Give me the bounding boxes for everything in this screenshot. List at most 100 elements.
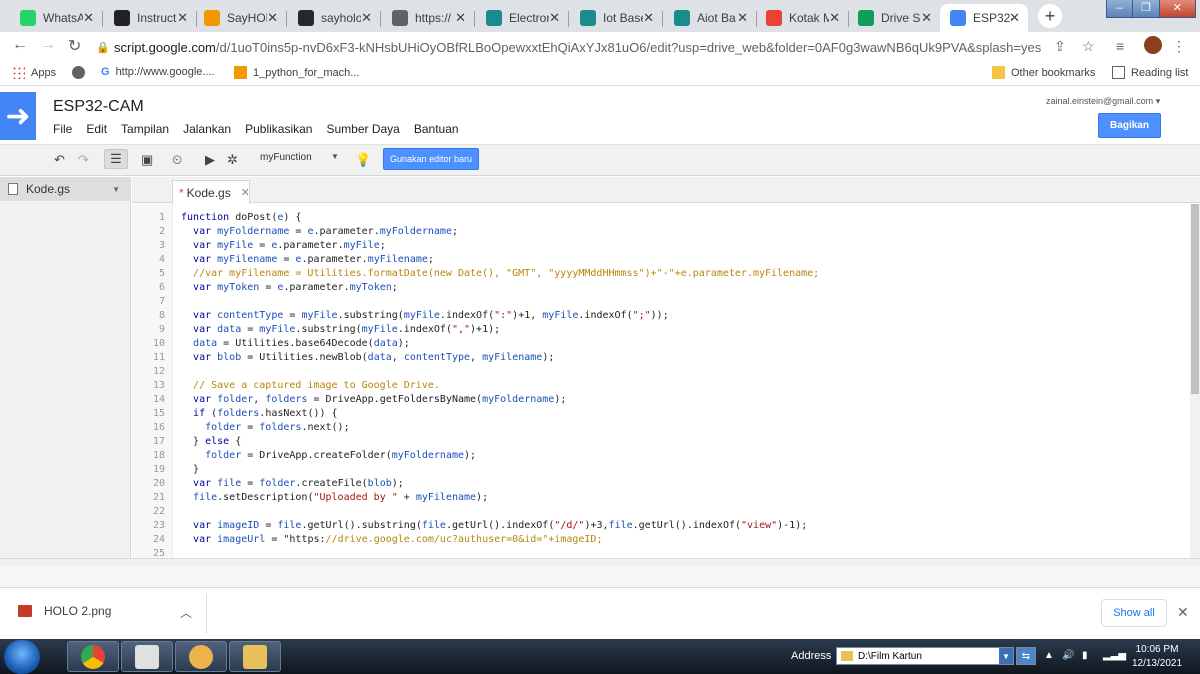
start-button[interactable] bbox=[4, 640, 40, 674]
redo-icon[interactable]: ↷ bbox=[78, 150, 89, 170]
bookmark-globe[interactable] bbox=[72, 66, 91, 79]
code-editor[interactable]: function doPost(e) { var myFoldername = … bbox=[174, 204, 1190, 558]
horizontal-scrollbar[interactable] bbox=[0, 558, 1200, 566]
close-tab-icon[interactable]: ✕ bbox=[177, 10, 188, 26]
code-line[interactable]: //var myFilename = Utilities.formatDate(… bbox=[181, 268, 819, 279]
network-signal-icon[interactable]: ▂▃▅ bbox=[1103, 650, 1126, 661]
browser-tab[interactable]: https://✕ bbox=[382, 4, 475, 32]
close-window-button[interactable]: ✕ bbox=[1159, 0, 1195, 17]
triggers-clock-icon[interactable]: ⏲ bbox=[172, 150, 182, 170]
close-tab-icon[interactable]: ✕ bbox=[921, 10, 932, 26]
account-email[interactable]: zainal.einstein@gmail.com ▾ bbox=[1046, 96, 1160, 107]
code-line[interactable]: // Save a captured image to Google Drive… bbox=[181, 380, 440, 391]
browser-tab[interactable]: sayholo ✕ bbox=[288, 4, 381, 32]
tray-expand-icon[interactable]: ▲ bbox=[1044, 650, 1054, 661]
chevron-up-icon[interactable]: ︿ bbox=[180, 604, 192, 621]
menu-item[interactable]: Sumber Daya bbox=[326, 122, 399, 136]
save-icon[interactable]: ▣ bbox=[141, 150, 153, 170]
forward-button[interactable]: → bbox=[40, 36, 56, 54]
close-tab-icon[interactable]: ✕ bbox=[829, 10, 840, 26]
code-line[interactable]: var contentType = myFile.substring(myFil… bbox=[181, 310, 669, 321]
close-tab-icon[interactable]: ✕ bbox=[267, 10, 278, 26]
browser-tab[interactable]: WhatsA ✕ bbox=[10, 4, 103, 32]
apps-script-logo-icon[interactable]: ➜ bbox=[0, 92, 36, 140]
run-icon[interactable]: ▶ bbox=[205, 150, 215, 170]
code-line[interactable]: var blob = Utilities.newBlob(data, conte… bbox=[181, 352, 554, 363]
share-button[interactable]: Bagikan bbox=[1098, 113, 1161, 138]
battery-icon[interactable]: ▮ bbox=[1082, 650, 1088, 661]
taskbar-media-player[interactable] bbox=[121, 641, 173, 672]
code-line[interactable]: var folder, folders = DriveApp.getFolder… bbox=[181, 394, 566, 405]
close-tab-icon[interactable]: ✕ bbox=[361, 10, 372, 26]
address-go-button[interactable]: ⇆ bbox=[1016, 647, 1036, 665]
taskbar-paint[interactable] bbox=[175, 641, 227, 672]
close-tab-icon[interactable]: ✕ bbox=[549, 10, 560, 26]
bookmark-star-icon[interactable]: ☆ bbox=[1082, 38, 1095, 55]
taskbar-chrome[interactable] bbox=[67, 641, 119, 672]
menu-item[interactable]: Tampilan bbox=[121, 122, 169, 136]
close-tab-icon[interactable]: ✕ bbox=[83, 10, 94, 26]
url-text[interactable]: script.google.com/d/1uoT0ins5p-nvD6xF3-k… bbox=[114, 40, 1041, 55]
browser-tab[interactable]: ESP32-C✕ bbox=[940, 4, 1028, 32]
address-toolbar-input[interactable]: D:\Film Kartun ▼ bbox=[836, 647, 1014, 665]
download-item[interactable]: HOLO 2.png bbox=[18, 604, 111, 618]
bookmark-apps[interactable]: Apps bbox=[12, 66, 56, 79]
browser-tab[interactable]: Electron ✕ bbox=[476, 4, 569, 32]
menu-dots-icon[interactable]: ⋮ bbox=[1172, 38, 1186, 55]
menu-item[interactable]: Jalankan bbox=[183, 122, 231, 136]
vertical-scrollbar[interactable] bbox=[1190, 204, 1200, 558]
tab-kode-gs[interactable]: * Kode.gs ✕ bbox=[172, 180, 250, 204]
browser-tab[interactable]: Instructi ✕ bbox=[104, 4, 197, 32]
code-line[interactable]: var myFilename = e.parameter.myFilename; bbox=[181, 254, 434, 265]
close-tab-icon[interactable]: ✕ bbox=[241, 186, 250, 199]
chevron-down-icon[interactable]: ▼ bbox=[331, 152, 339, 161]
bookmark-python[interactable]: 1_python_for_mach... bbox=[234, 66, 359, 79]
code-line[interactable]: var imageID = file.getUrl().substring(fi… bbox=[181, 520, 807, 531]
volume-icon[interactable]: 🔊 bbox=[1062, 650, 1074, 661]
bookmark-other[interactable]: Other bookmarks bbox=[992, 66, 1095, 79]
code-line[interactable]: file.setDescription("Uploaded by " + myF… bbox=[181, 492, 488, 503]
code-line[interactable]: var data = myFile.substring(myFile.index… bbox=[181, 324, 500, 335]
menu-item[interactable]: File bbox=[53, 122, 72, 136]
indent-icon[interactable]: ☰ bbox=[104, 149, 128, 169]
code-line[interactable]: var myFoldername = e.parameter.myFoldern… bbox=[181, 226, 458, 237]
menu-item[interactable]: Edit bbox=[86, 122, 107, 136]
address-bar[interactable]: 🔒 script.google.com/d/1uoT0ins5p-nvD6xF3… bbox=[96, 35, 1106, 59]
close-tab-icon[interactable]: ✕ bbox=[737, 10, 748, 26]
minimize-button[interactable]: – bbox=[1107, 0, 1134, 17]
function-select[interactable]: myFunction bbox=[260, 152, 312, 163]
close-tab-icon[interactable]: ✕ bbox=[643, 10, 654, 26]
code-line[interactable]: folder = folders.next(); bbox=[181, 422, 350, 433]
maximize-button[interactable]: ❐ bbox=[1133, 0, 1160, 17]
profile-avatar[interactable] bbox=[1144, 36, 1162, 54]
show-all-button[interactable]: Show all bbox=[1101, 599, 1167, 627]
code-line[interactable]: var imageUrl = "https://drive.google.com… bbox=[181, 534, 602, 545]
close-download-shelf-icon[interactable]: ✕ bbox=[1177, 604, 1189, 621]
code-line[interactable]: data = Utilities.base64Decode(data); bbox=[181, 338, 410, 349]
browser-tab[interactable]: SayHOL✕ bbox=[194, 4, 287, 32]
browser-tab[interactable]: Drive Se✕ bbox=[848, 4, 941, 32]
code-line[interactable]: var myToken = e.parameter.myToken; bbox=[181, 282, 398, 293]
code-line[interactable]: } else { bbox=[181, 436, 241, 447]
lightbulb-icon[interactable]: 💡 bbox=[355, 150, 371, 170]
reading-list-icon[interactable]: ≡ bbox=[1116, 38, 1124, 54]
code-line[interactable]: folder = DriveApp.createFolder(myFoldern… bbox=[181, 450, 476, 461]
scrollbar-thumb[interactable] bbox=[1191, 204, 1199, 394]
back-button[interactable]: ← bbox=[12, 36, 28, 54]
code-line[interactable]: if (folders.hasNext()) { bbox=[181, 408, 338, 419]
new-tab-button[interactable]: + bbox=[1038, 4, 1062, 28]
browser-tab[interactable]: Aiot Ba ✕ bbox=[664, 4, 757, 32]
chevron-down-icon[interactable]: ▼ bbox=[112, 185, 120, 194]
chevron-down-icon[interactable]: ▼ bbox=[999, 648, 1013, 664]
project-title[interactable]: ESP32-CAM bbox=[53, 98, 144, 116]
browser-tab[interactable]: Iot Base ✕ bbox=[570, 4, 663, 32]
code-line[interactable]: } bbox=[181, 464, 199, 475]
menu-item[interactable]: Publikasikan bbox=[245, 122, 312, 136]
debug-bug-icon[interactable]: ✲ bbox=[227, 150, 238, 170]
taskbar-explorer[interactable] bbox=[229, 641, 281, 672]
close-tab-icon[interactable]: ✕ bbox=[455, 10, 466, 26]
bookmark-google[interactable]: Ghttp://www.google.... bbox=[101, 66, 215, 78]
code-line[interactable]: var file = folder.createFile(blob); bbox=[181, 478, 404, 489]
close-tab-icon[interactable]: ✕ bbox=[1009, 10, 1020, 26]
undo-icon[interactable]: ↶ bbox=[54, 150, 65, 170]
